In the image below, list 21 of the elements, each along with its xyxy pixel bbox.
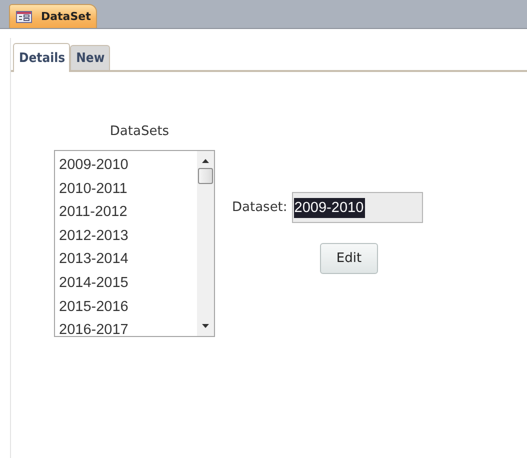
list-item[interactable]: 2013-2014 (59, 248, 197, 272)
form-icon (16, 10, 32, 22)
scrollbar[interactable] (197, 151, 214, 336)
list-item[interactable]: 2012-2013 (59, 224, 197, 248)
list-item[interactable]: 2010-2011 (59, 178, 197, 202)
tab[interactable]: Details (13, 43, 70, 72)
list-label: DataSets (110, 124, 170, 139)
tab[interactable]: New (70, 45, 110, 70)
list-item[interactable]: 2011-2012 (59, 201, 197, 225)
list-item[interactable]: 2016-2017 (59, 319, 197, 336)
edit-button[interactable]: Edit (320, 243, 378, 274)
document-tab[interactable]: DataSet (9, 4, 97, 28)
dataset-field[interactable]: 2009-2010 (292, 192, 424, 223)
scroll-thumb[interactable] (198, 168, 213, 184)
list-box[interactable]: 2009-2010 2010-2011 2011-2012 2012-2013 2013-2014 2014-2015 2015-2016 2016-2017 (54, 150, 215, 337)
scroll-up-icon[interactable] (202, 159, 209, 163)
list-item[interactable]: 2009-2010 (59, 154, 197, 178)
list-item[interactable]: 2014-2015 (59, 272, 197, 296)
list-item[interactable]: 2015-2016 (59, 296, 197, 320)
field-label: Dataset: (232, 200, 288, 215)
scroll-down-icon[interactable] (202, 324, 209, 328)
